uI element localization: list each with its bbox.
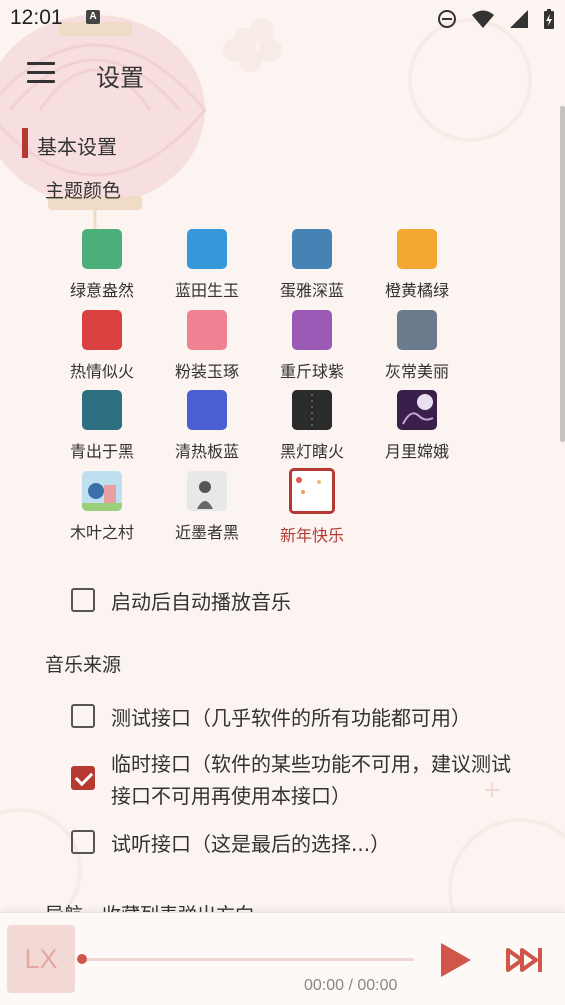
- theme-option-orange[interactable]: 橙黄橘绿: [367, 229, 467, 301]
- album-cover[interactable]: LX: [7, 925, 75, 993]
- next-track-icon[interactable]: [505, 943, 545, 977]
- page-title: 设置: [96, 64, 144, 92]
- source-test-label: 测试接口（几乎软件的所有功能都可用）: [111, 706, 471, 730]
- theme-option-grey[interactable]: 灰常美丽: [367, 310, 467, 382]
- theme-swatch: [397, 310, 437, 350]
- notification-a-icon: A: [86, 10, 100, 24]
- theme-option-purple[interactable]: 重斤球紫: [262, 310, 362, 382]
- theme-swatch: [187, 390, 227, 430]
- theme-swatch: [289, 468, 335, 514]
- theme-label: 蛋雅深蓝: [279, 281, 344, 300]
- theme-swatch: [187, 310, 227, 350]
- theme-label: 新年快乐: [279, 526, 344, 545]
- theme-option-black[interactable]: 黑灯瞎火: [262, 390, 362, 462]
- theme-swatch: [82, 390, 122, 430]
- theme-label: 粉装玉琢: [174, 362, 239, 381]
- theme-label: 月里嫦娥: [384, 442, 449, 461]
- theme-swatch: [187, 229, 227, 269]
- theme-label: 清热板蓝: [174, 442, 239, 461]
- theme-option-ink[interactable]: 近墨者黑: [157, 471, 257, 543]
- menu-icon[interactable]: [27, 62, 55, 84]
- autoplay-checkbox[interactable]: [71, 588, 95, 612]
- battery-charging-icon: [544, 9, 554, 29]
- source-trial-checkbox[interactable]: [71, 830, 95, 854]
- theme-option-village[interactable]: 木叶之村: [52, 471, 152, 543]
- source-temp-label: 临时接口（软件的某些功能不可用，建议测试接口不可用再使用本接口）: [111, 752, 511, 808]
- theme-swatch: [292, 390, 332, 430]
- theme-option-new-year[interactable]: 新年快乐: [262, 468, 362, 546]
- theme-label: 近墨者黑: [174, 523, 239, 542]
- theme-label: 青出于黑: [69, 442, 134, 461]
- theme-label: 灰常美丽: [384, 362, 449, 381]
- status-icons: [437, 8, 555, 30]
- theme-swatch: [187, 471, 227, 511]
- theme-option-blue[interactable]: 蓝田生玉: [157, 229, 257, 301]
- autoplay-label: 启动后自动播放音乐: [111, 590, 291, 614]
- theme-label: 木叶之村: [69, 523, 134, 542]
- theme-swatch: [397, 390, 437, 430]
- theme-label: 橙黄橘绿: [384, 281, 449, 300]
- theme-label: 热情似火: [69, 362, 134, 381]
- section-accent-bar: [22, 128, 28, 158]
- theme-option-moon[interactable]: 月里嫦娥: [367, 390, 467, 462]
- section-title-basic: 基本设置: [37, 135, 117, 159]
- theme-option-indigo[interactable]: 清热板蓝: [157, 390, 257, 462]
- status-time: 12:01: [10, 6, 63, 29]
- scrollbar[interactable]: [560, 106, 565, 442]
- signal-icon: [510, 10, 528, 28]
- source-trial-label: 试听接口（这是最后的选择...）: [111, 832, 391, 856]
- theme-swatch: [82, 310, 122, 350]
- play-icon[interactable]: [436, 941, 474, 979]
- theme-label: 重斤球紫: [279, 362, 344, 381]
- status-bar: 12:01 A: [0, 0, 565, 38]
- source-test-checkbox[interactable]: [71, 704, 95, 728]
- theme-label: 绿意盎然: [69, 281, 134, 300]
- source-temp-checkbox[interactable]: [71, 766, 95, 790]
- theme-color-heading: 主题颜色: [45, 180, 122, 202]
- progress-track[interactable]: [82, 958, 414, 961]
- wifi-icon: [472, 10, 494, 28]
- theme-option-red[interactable]: 热情似火: [52, 310, 152, 382]
- do-not-disturb-icon: [438, 10, 456, 28]
- player-bar: LX 00:00 / 00:00: [0, 912, 565, 1005]
- theme-swatch: [82, 229, 122, 269]
- playback-time: 00:00 / 00:00: [304, 977, 398, 994]
- theme-swatch: [397, 229, 437, 269]
- theme-option-green[interactable]: 绿意盎然: [52, 229, 152, 301]
- theme-option-pink[interactable]: 粉装玉琢: [157, 310, 257, 382]
- progress-handle[interactable]: [77, 954, 87, 964]
- theme-option-deep-blue[interactable]: 蛋雅深蓝: [262, 229, 362, 301]
- theme-option-teal[interactable]: 青出于黑: [52, 390, 152, 462]
- theme-swatch: [292, 229, 332, 269]
- theme-swatch: [292, 310, 332, 350]
- theme-swatch: [82, 471, 122, 511]
- app-header: 设置: [0, 48, 565, 98]
- music-source-heading: 音乐来源: [45, 654, 122, 676]
- theme-label: 蓝田生玉: [174, 281, 239, 300]
- theme-label: 黑灯瞎火: [279, 442, 344, 461]
